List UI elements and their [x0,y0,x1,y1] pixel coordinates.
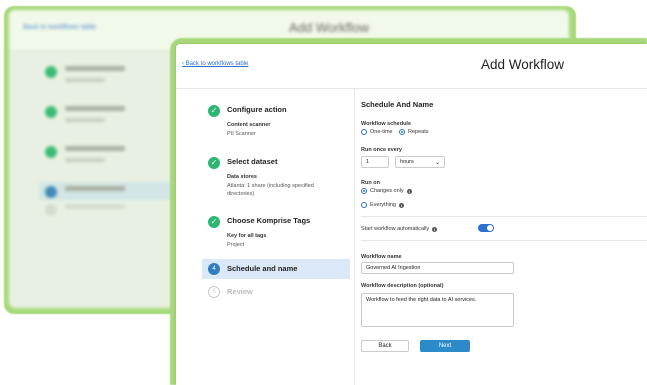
back-to-workflows-link[interactable]: ‹ Back to workflows table [182,61,248,67]
step-select-dataset[interactable]: ✓ Select dataset Data stores Atlanta: 1 … [202,152,350,211]
run-every-value: 1 [366,159,370,165]
radio-everything[interactable]: Everything i [361,202,404,208]
step-configure-action[interactable]: ✓ Configure action Content scanner PII S… [202,100,350,152]
radio-one-time[interactable]: One-time [361,129,393,135]
background-step [39,200,179,218]
radio-circle[interactable] [361,188,367,194]
step-detail-value: Atlanta: 1 share (including specified di… [227,183,314,197]
info-icon[interactable]: i [432,226,438,232]
background-step [39,142,179,182]
step-title: Choose Komprise Tags [227,216,311,225]
workflow-description-textarea[interactable]: Workflow to feed the right data to AI se… [361,293,514,327]
step-title: Schedule and name [227,264,298,273]
divider [361,240,647,241]
check-icon: ✓ [208,216,220,228]
radio-circle[interactable] [361,129,367,135]
radio-circle[interactable] [361,202,367,208]
add-workflow-window: ‹ Back to workflows table Add Workflow ✓… [176,44,647,385]
step-number: 5 [208,286,220,298]
radio-label: Everything [370,202,396,208]
background-back-link: Back to workflows table [23,24,97,31]
radio-label: Changes only [370,188,404,194]
run-every-unit-select[interactable]: hours ⌄ [395,156,445,168]
next-button[interactable]: Next [420,340,470,352]
info-icon[interactable]: i [406,188,412,194]
workflow-name-input[interactable]: Governed AI Ingestion [361,262,514,274]
step-detail-key: Key for all tags [227,233,267,239]
run-every-unit-value: hours [400,159,414,165]
step-detail-value: PII Scanner [227,131,256,137]
radio-changes-only[interactable]: Changes only i [361,188,412,194]
workflow-name-label: Workflow name [361,254,402,260]
run-every-input[interactable]: 1 [361,156,389,168]
radio-circle[interactable] [399,129,405,135]
back-link-label: Back to workflows table [185,61,249,67]
step-title: Configure action [227,105,287,114]
step-title: Review [227,287,253,296]
check-icon: ✓ [208,105,220,117]
schedule-label: Workflow schedule [361,121,412,127]
check-icon: ✓ [208,157,220,169]
divider [361,216,647,217]
run-every-label: Run once every [361,147,402,153]
step-title: Select dataset [227,157,278,166]
chevron-down-icon: ⌄ [434,159,440,166]
workflow-stepper: ✓ Configure action Content scanner PII S… [202,100,350,299]
radio-label: One-time [370,129,393,135]
workflow-description-value: Workflow to feed the right data to AI se… [366,297,477,303]
workflow-name-value: Governed AI Ingestion [366,265,421,271]
step-schedule-and-name[interactable]: 4 Schedule and name [202,259,350,279]
background-step [39,102,179,142]
back-button[interactable]: Back [361,340,409,352]
radio-repeats[interactable]: Repeats [399,129,429,135]
page-title: Add Workflow [481,57,565,72]
background-stepper [39,62,179,218]
run-on-label: Run on [361,180,380,186]
workflow-description-label: Workflow description (optional) [361,283,444,289]
window-header: ‹ Back to workflows table Add Workflow [176,44,647,89]
step-detail-key: Data stores [227,174,257,180]
auto-start-label: Start workflow automatically [361,226,430,232]
step-detail-value: Project [227,242,245,248]
step-choose-tags[interactable]: ✓ Choose Komprise Tags Key for all tags … [202,211,350,259]
radio-label: Repeats [408,129,429,135]
auto-start-toggle[interactable] [478,224,494,232]
step-review: 5 Review [202,279,350,299]
divider [354,88,355,385]
section-title: Schedule And Name [361,100,434,109]
step-detail-key: Content scanner [227,122,271,128]
background-step [39,62,179,102]
info-icon[interactable]: i [399,202,404,208]
background-title: Add Workflow [289,20,369,35]
background-step-active [39,182,179,200]
step-number: 4 [208,263,220,275]
auto-start-row: Start workflow automatically i [361,226,438,232]
